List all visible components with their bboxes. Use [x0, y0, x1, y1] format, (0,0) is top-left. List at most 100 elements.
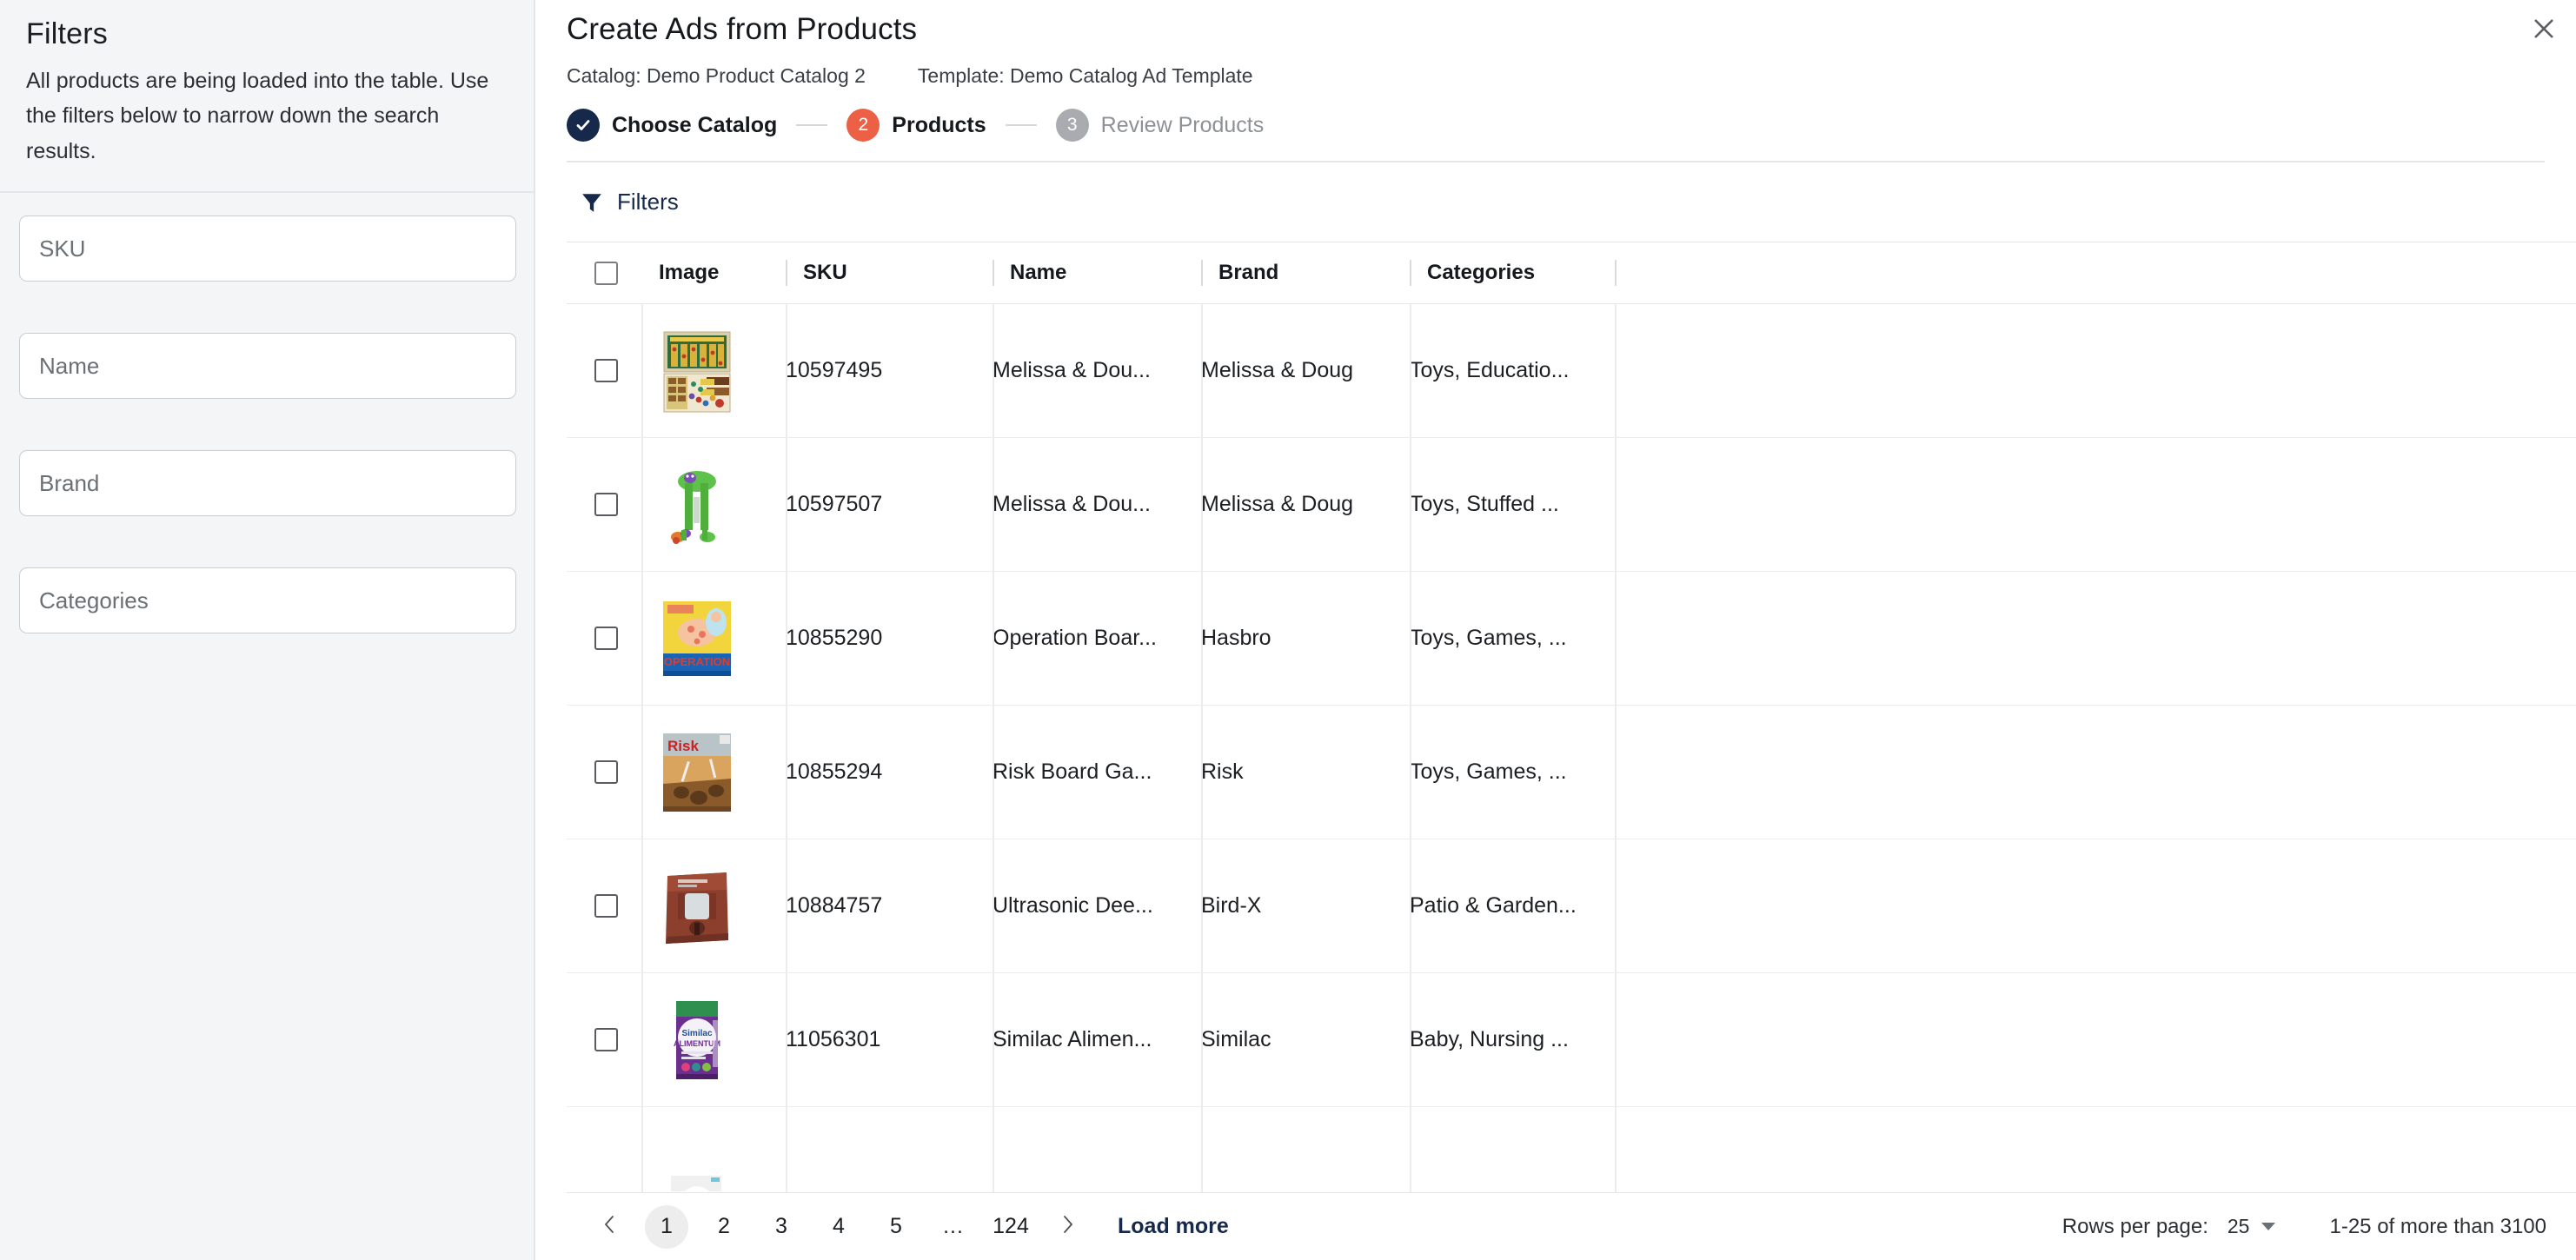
row-image-cell — [641, 303, 786, 438]
column-header-image-label: Image — [659, 261, 720, 284]
step-products[interactable]: 2 Products — [846, 109, 986, 142]
main-header: Create Ads from Products Catalog: Demo P… — [535, 0, 2576, 162]
step-review-products[interactable]: 3 Review Products — [1055, 109, 1264, 142]
step-3-marker: 3 — [1055, 109, 1089, 142]
pagination-page-1[interactable]: 1 — [645, 1204, 688, 1249]
funnel-icon — [581, 191, 617, 214]
row-categories-cell: Toys, Games, ... — [1410, 571, 1615, 706]
filters-sidebar-header: Filters All products are being loaded in… — [0, 0, 534, 191]
step-connector-2 — [1005, 124, 1037, 126]
sku-field[interactable] — [19, 216, 516, 282]
step-2-label: Products — [892, 112, 986, 137]
row-spacer-cell — [1615, 571, 2576, 706]
pagination: 1 2 3 4 5 ... 124 Load more — [567, 1204, 1229, 1249]
table-row[interactable]: Risk 10855294 Risk Board Ga... Risk Toys… — [567, 705, 2576, 839]
pagination-page-4[interactable]: 4 — [817, 1205, 860, 1249]
row-name-cell: Similac Alimen... — [993, 972, 1201, 1107]
rows-per-page-label: Rows per page: — [2061, 1214, 2208, 1238]
step-2-marker: 2 — [846, 109, 880, 142]
svg-text:Risk: Risk — [667, 738, 699, 754]
table-row[interactable]: OPERATION 10855290 Operation Boar... Has… — [567, 571, 2576, 706]
row-categories-cell: Toys, Educatio... — [1410, 303, 1615, 438]
sku-input[interactable] — [39, 235, 496, 262]
row-sku-cell: 10855290 — [786, 571, 993, 706]
create-ads-modal: Filters All products are being loaded in… — [0, 0, 2576, 1260]
row-brand-cell: Melissa & Doug — [1201, 437, 1410, 572]
name-field[interactable] — [19, 333, 516, 399]
table-row[interactable]: 10597507 Melissa & Dou... Melissa & Doug… — [567, 437, 2576, 572]
row-checkbox[interactable] — [594, 359, 618, 382]
row-select-cell — [567, 839, 641, 973]
row-checkbox[interactable] — [594, 760, 618, 784]
catalog-label: Catalog: Demo Product Catalog 2 — [567, 64, 866, 87]
row-spacer-cell — [1615, 972, 2576, 1107]
select-all-checkbox[interactable] — [594, 261, 618, 285]
row-checkbox[interactable] — [594, 894, 618, 918]
products-table-container: Image SKU Name Brand Categories 10597495… — [567, 242, 2576, 1241]
column-header-sku[interactable]: SKU — [786, 242, 993, 304]
row-brand-cell: Similac — [1201, 972, 1410, 1107]
pagination-range-label: 1-25 of more than 3100 — [2329, 1214, 2546, 1238]
row-checkbox[interactable] — [594, 627, 618, 650]
template-label: Template: Demo Catalog Ad Template — [917, 64, 1253, 87]
product-thumbnail: Risk — [659, 729, 735, 815]
row-name-cell: Melissa & Dou... — [993, 303, 1201, 438]
categories-input[interactable] — [39, 587, 496, 614]
row-brand-cell: Melissa & Doug — [1201, 303, 1410, 438]
row-sku-cell: 10597495 — [786, 303, 993, 438]
close-icon — [2533, 17, 2555, 40]
product-thumbnail — [659, 328, 735, 414]
pagination-next-button[interactable] — [1046, 1205, 1090, 1249]
column-header-image[interactable]: Image — [641, 242, 786, 304]
row-image-cell — [641, 839, 786, 973]
table-header-row: Image SKU Name Brand Categories — [567, 242, 2576, 304]
row-name-cell: Ultrasonic Dee... — [993, 839, 1201, 973]
row-checkbox[interactable] — [594, 1028, 618, 1051]
column-header-categories[interactable]: Categories — [1410, 242, 1615, 304]
categories-field[interactable] — [19, 567, 516, 633]
column-header-brand[interactable]: Brand — [1201, 242, 1410, 304]
table-row[interactable]: 10884757 Ultrasonic Dee... Bird-X Patio … — [567, 839, 2576, 973]
row-sku-cell: 10597507 — [786, 437, 993, 572]
row-checkbox[interactable] — [594, 493, 618, 516]
table-row[interactable]: 10597495 Melissa & Dou... Melissa & Doug… — [567, 303, 2576, 438]
row-name-cell: Melissa & Dou... — [993, 437, 1201, 572]
svg-text:Similac: Similac — [681, 1029, 712, 1038]
row-image-cell — [641, 437, 786, 572]
row-image-cell: OPERATION — [641, 571, 786, 706]
context-meta: Catalog: Demo Product Catalog 2 Template… — [567, 64, 2545, 88]
name-input[interactable] — [39, 352, 496, 380]
load-more-button[interactable]: Load more — [1118, 1214, 1229, 1239]
rows-per-page-select[interactable]: 25 — [2227, 1215, 2276, 1238]
product-thumbnail: Similac ALIMENTUM — [659, 997, 735, 1083]
row-select-cell — [567, 571, 641, 706]
pagination-page-5[interactable]: 5 — [874, 1205, 918, 1249]
brand-field[interactable] — [19, 450, 516, 516]
pagination-prev-button[interactable] — [588, 1205, 631, 1249]
filter-fields — [0, 193, 534, 633]
product-thumbnail — [659, 461, 735, 547]
row-sku-cell: 10855294 — [786, 705, 993, 839]
row-categories-cell: Patio & Garden... — [1410, 839, 1615, 973]
row-spacer-cell — [1615, 437, 2576, 572]
step-choose-catalog[interactable]: Choose Catalog — [567, 109, 777, 142]
products-table-head: Image SKU Name Brand Categories — [567, 242, 2576, 304]
select-all-header — [567, 242, 641, 304]
table-row[interactable]: Similac ALIMENTUM 11056301 Similac Alime… — [567, 972, 2576, 1107]
row-sku-cell: 11056301 — [786, 972, 993, 1107]
pagination-page-3[interactable]: 3 — [760, 1205, 803, 1249]
row-image-cell: Risk — [641, 705, 786, 839]
close-button[interactable] — [2524, 9, 2564, 49]
pagination-page-last[interactable]: 124 — [989, 1205, 1032, 1249]
pagination-page-2[interactable]: 2 — [702, 1205, 746, 1249]
column-header-name[interactable]: Name — [993, 242, 1201, 304]
row-spacer-cell — [1615, 839, 2576, 973]
filters-toggle-button[interactable]: Filters — [581, 189, 679, 216]
products-table: Image SKU Name Brand Categories 10597495… — [567, 242, 2576, 1241]
row-brand-cell: Risk — [1201, 705, 1410, 839]
brand-input[interactable] — [39, 469, 496, 497]
chevron-right-icon — [1062, 1213, 1074, 1240]
header-divider — [567, 161, 2545, 162]
rows-per-page-value: 25 — [2227, 1215, 2250, 1237]
product-thumbnail — [659, 863, 735, 949]
